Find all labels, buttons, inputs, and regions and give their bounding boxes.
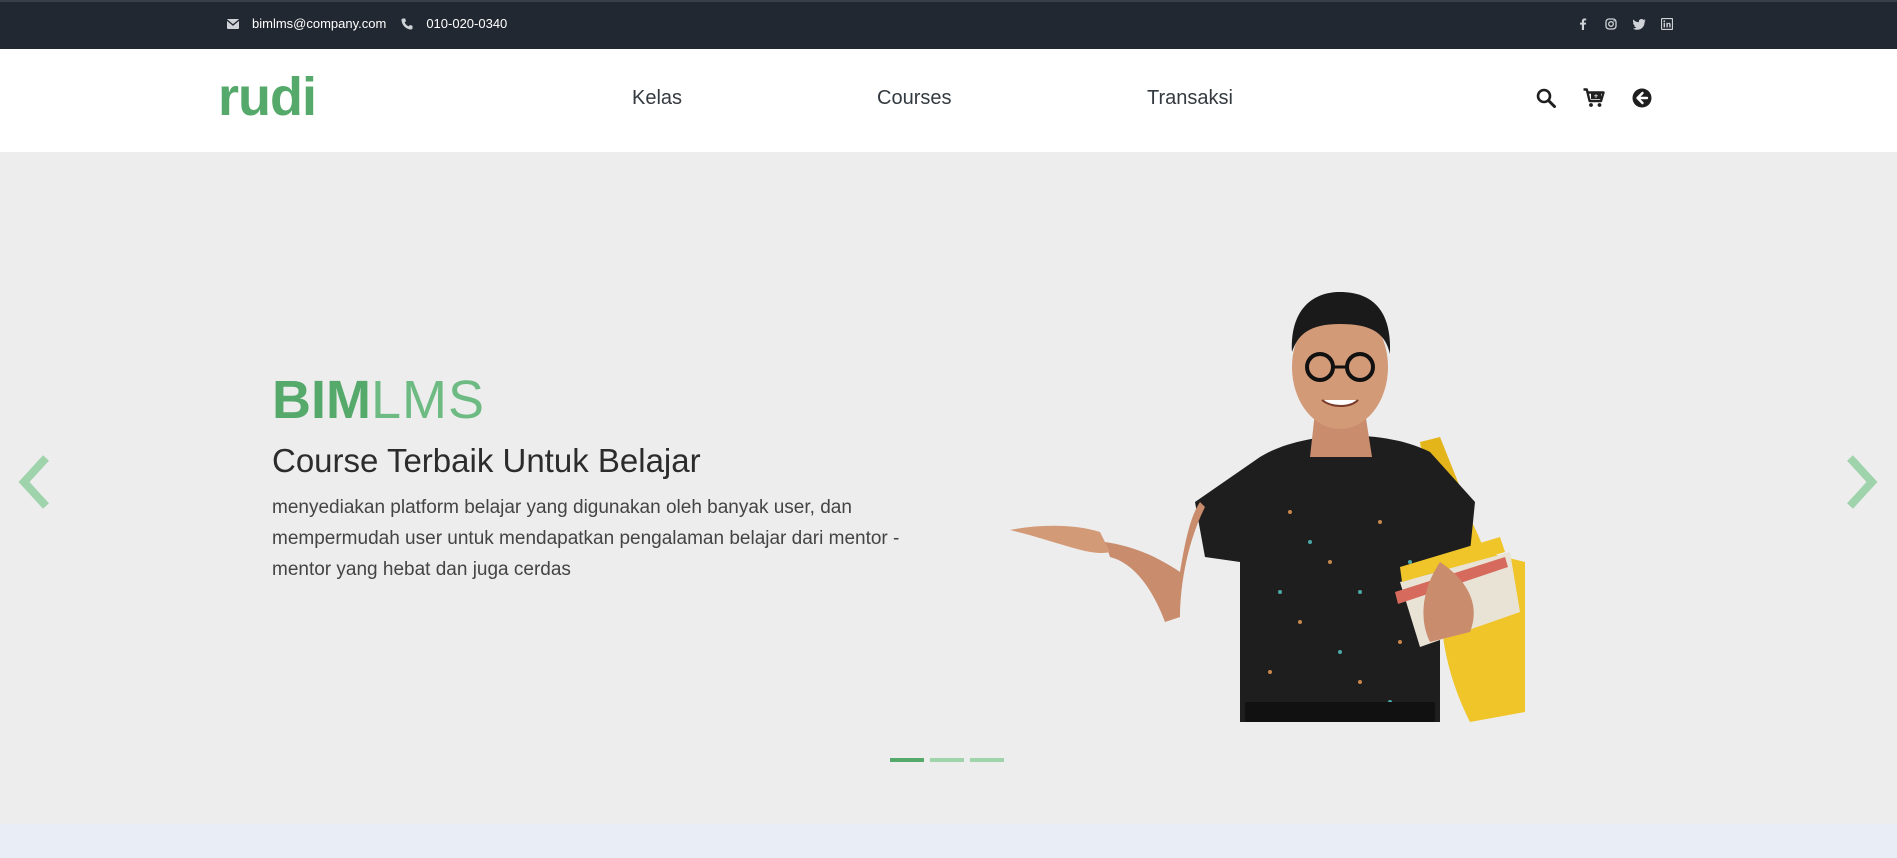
hero-title-bold: BIM (272, 370, 371, 430)
hero-student-image (1010, 292, 1525, 722)
hero-title: BIMLMS (272, 370, 485, 430)
nav-link-kelas[interactable]: Kelas (632, 87, 682, 110)
cart-icon[interactable]: + (1582, 86, 1606, 110)
svg-text:+: + (1593, 93, 1598, 100)
main-navbar: rudi Kelas Courses Transaksi + (0, 49, 1897, 152)
back-arrow-icon[interactable] (1630, 86, 1654, 110)
hero-subtitle: Course Terbaik Untuk Belajar (272, 442, 701, 479)
email-contact[interactable]: bimlms@company.com (226, 16, 386, 31)
instagram-icon[interactable] (1604, 17, 1618, 31)
linkedin-icon[interactable] (1660, 17, 1674, 31)
carousel-indicator-2[interactable] (930, 758, 964, 762)
phone-text: 010-020-0340 (426, 16, 508, 31)
chevron-right-icon (1847, 455, 1878, 509)
envelope-icon (226, 17, 240, 31)
nav-link-transaksi[interactable]: Transaksi (1147, 87, 1233, 110)
top-contact-bar: bimlms@company.com 010-020-0340 (0, 0, 1897, 49)
search-icon[interactable] (1534, 86, 1558, 110)
email-text: bimlms@company.com (252, 16, 387, 31)
twitter-icon[interactable] (1632, 17, 1646, 31)
carousel-indicator-1[interactable] (890, 758, 924, 762)
contact-info: bimlms@company.com 010-020-0340 (226, 16, 521, 31)
phone-icon (400, 17, 414, 31)
nav-link-courses[interactable]: Courses (877, 87, 951, 110)
carousel-next-button[interactable] (1840, 452, 1880, 512)
phone-contact[interactable]: 010-020-0340 (400, 16, 507, 31)
social-links (1576, 17, 1688, 31)
facebook-icon[interactable] (1576, 17, 1590, 31)
hero-title-light: LMS (370, 370, 486, 430)
chevron-left-icon (18, 455, 49, 509)
hero-description: menyediakan platform belajar yang diguna… (272, 497, 900, 580)
carousel-indicators (890, 758, 1010, 762)
nav-icon-group: + (1534, 86, 1678, 110)
carousel-prev-button[interactable] (16, 452, 56, 512)
next-section-strip (0, 824, 1897, 858)
carousel-indicator-3[interactable] (970, 758, 1004, 762)
hero-carousel: BIMLMS Course Terbaik Untuk Belajar meny… (0, 152, 1897, 824)
brand-logo[interactable]: rudi (218, 67, 317, 127)
